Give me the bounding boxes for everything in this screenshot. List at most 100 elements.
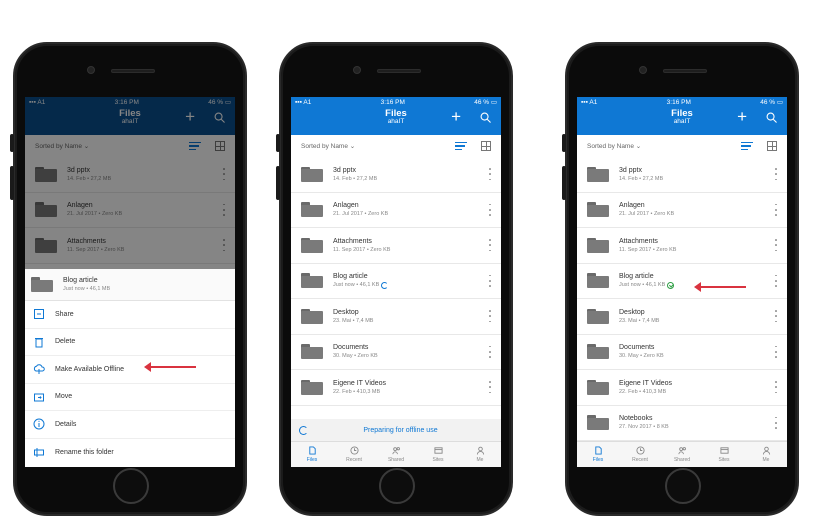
tab-bar: Files Recent Shared Sites Me (291, 441, 501, 467)
more-icon[interactable] (487, 381, 493, 394)
list-item[interactable]: 3d pptx 14. Feb • 27,2 MB (291, 157, 501, 193)
list-item[interactable]: Eigene IT Videos 22. Feb • 410,3 MB (291, 370, 501, 406)
available-offline-icon (667, 281, 675, 289)
share-action[interactable]: Share (25, 301, 235, 329)
home-button[interactable] (379, 468, 415, 504)
sort-dropdown[interactable]: Sorted by Name ⌄ (301, 142, 355, 150)
grid-view-icon[interactable] (481, 141, 491, 151)
camera (639, 66, 647, 74)
battery-icon: ▭ (490, 99, 497, 106)
offline-progress-text: Preparing for offline use (363, 426, 438, 434)
tab-recent[interactable]: Recent (619, 442, 661, 467)
more-icon[interactable] (773, 381, 779, 394)
sites-icon (719, 447, 729, 454)
add-icon[interactable]: + (451, 108, 461, 125)
list-item[interactable]: Anlagen 21. Jul 2017 • Zero KB (577, 193, 787, 228)
more-icon[interactable] (487, 239, 493, 252)
tab-me[interactable]: Me (745, 442, 787, 467)
more-icon[interactable] (773, 274, 779, 287)
tab-bar: Files Recent Shared Sites Me (577, 441, 787, 467)
tab-shared[interactable]: Shared (375, 442, 417, 467)
file-meta: 14. Feb • 27,2 MB (619, 175, 664, 182)
list-view-icon[interactable] (741, 141, 753, 151)
grid-view-icon[interactable] (767, 141, 777, 151)
folder-icon (301, 237, 323, 253)
tab-recent[interactable]: Recent (333, 442, 375, 467)
tab-sites[interactable]: Sites (417, 442, 459, 467)
folder-icon (301, 308, 323, 324)
list-item[interactable]: Blog article Just now • 46,1 KB (291, 264, 501, 299)
folder-icon (301, 202, 323, 218)
page-subtitle: ahaIT (387, 117, 405, 125)
more-icon[interactable] (773, 239, 779, 252)
battery: 46 % ▭ (760, 99, 783, 106)
list-item[interactable]: Eigene IT Videos 22. Feb • 410,3 MB (577, 370, 787, 406)
chevron-down-icon: ⌄ (349, 143, 356, 150)
folder-icon (587, 379, 609, 395)
list-item[interactable]: Anlagen 21. Jul 2017 • Zero KB (291, 193, 501, 228)
more-icon[interactable] (773, 168, 779, 181)
phone-3: ▪▪▪ A1 3:16 PM 46 % ▭ Files ahaIT + Sort… (562, 42, 799, 516)
move-action[interactable]: Move (25, 384, 235, 411)
tab-files[interactable]: Files (577, 442, 619, 467)
battery: 46 % ▭ (474, 99, 497, 106)
dim-overlay[interactable] (25, 97, 235, 269)
folder-icon (31, 277, 53, 292)
tab-me[interactable]: Me (459, 442, 501, 467)
list-item[interactable]: Documents 30. May • Zero KB (577, 335, 787, 370)
more-icon[interactable] (773, 203, 779, 216)
sort-dropdown[interactable]: Sorted by Name ⌄ (587, 142, 641, 150)
status-bar: ▪▪▪ A1 3:16 PM 46 % ▭ (577, 97, 787, 107)
file-meta: 11. Sep 2017 • Zero KB (619, 246, 677, 253)
tab-files[interactable]: Files (291, 442, 333, 467)
home-button[interactable] (665, 468, 701, 504)
rename-icon (34, 448, 44, 458)
list-item[interactable]: Attachments 11. Sep 2017 • Zero KB (291, 228, 501, 264)
file-meta: Just now • 46,1 KB (333, 281, 487, 289)
more-icon[interactable] (487, 203, 493, 216)
more-icon[interactable] (487, 168, 493, 181)
more-icon[interactable] (773, 310, 779, 323)
home-button[interactable] (113, 468, 149, 504)
cloud-download-icon (33, 364, 45, 375)
search-icon[interactable] (766, 112, 777, 123)
sort-row: Sorted by Name ⌄ (291, 135, 501, 157)
list-view-icon[interactable] (455, 141, 467, 151)
more-icon[interactable] (487, 274, 493, 287)
file-icon (594, 446, 602, 455)
file-name: Documents (619, 344, 655, 352)
volume-up-button (10, 166, 14, 200)
list-item[interactable]: Attachments 11. Sep 2017 • Zero KB (577, 228, 787, 264)
file-name: 3d pptx (619, 166, 642, 174)
rename-action[interactable]: Rename this folder (25, 439, 235, 467)
search-icon[interactable] (480, 112, 491, 123)
more-icon[interactable] (773, 416, 779, 429)
delete-action[interactable]: Delete (25, 329, 235, 356)
people-icon (391, 447, 400, 455)
list-item[interactable]: 3d pptx 14. Feb • 27,2 MB (577, 157, 787, 193)
more-icon[interactable] (487, 310, 493, 323)
offline-progress-banner: Preparing for offline use (291, 419, 501, 441)
list-item[interactable]: Blog article Just now • 46,1 KB (577, 264, 787, 299)
action-sheet: Blog article Just now • 46,1 MB Share Del… (25, 269, 235, 467)
file-meta: 23. Mai • 7,4 MB (333, 317, 374, 324)
list-item[interactable]: Notebooks 27. Nov 2017 • 8 KB (577, 406, 787, 441)
more-icon[interactable] (773, 345, 779, 358)
list-item[interactable]: Desktop 23. Mai • 7,4 MB (577, 299, 787, 335)
list-item[interactable]: Desktop 23. Mai • 7,4 MB (291, 299, 501, 335)
file-icon (308, 446, 316, 455)
tab-sites[interactable]: Sites (703, 442, 745, 467)
file-name: Eigene IT Videos (619, 379, 673, 387)
more-icon[interactable] (487, 345, 493, 358)
signal-icon: ▪▪▪ (295, 98, 302, 106)
mute-switch (562, 134, 566, 152)
list-item[interactable]: Documents 30. May • Zero KB (291, 335, 501, 370)
folder-icon (587, 166, 609, 182)
mute-switch (276, 134, 280, 152)
make-available-offline-action[interactable]: Make Available Offline (25, 356, 235, 384)
details-action[interactable]: Details (25, 411, 235, 439)
add-icon[interactable]: + (737, 108, 747, 125)
tab-shared[interactable]: Shared (661, 442, 703, 467)
signal-icon: ▪▪▪ (581, 98, 588, 106)
sync-icon (299, 425, 308, 435)
